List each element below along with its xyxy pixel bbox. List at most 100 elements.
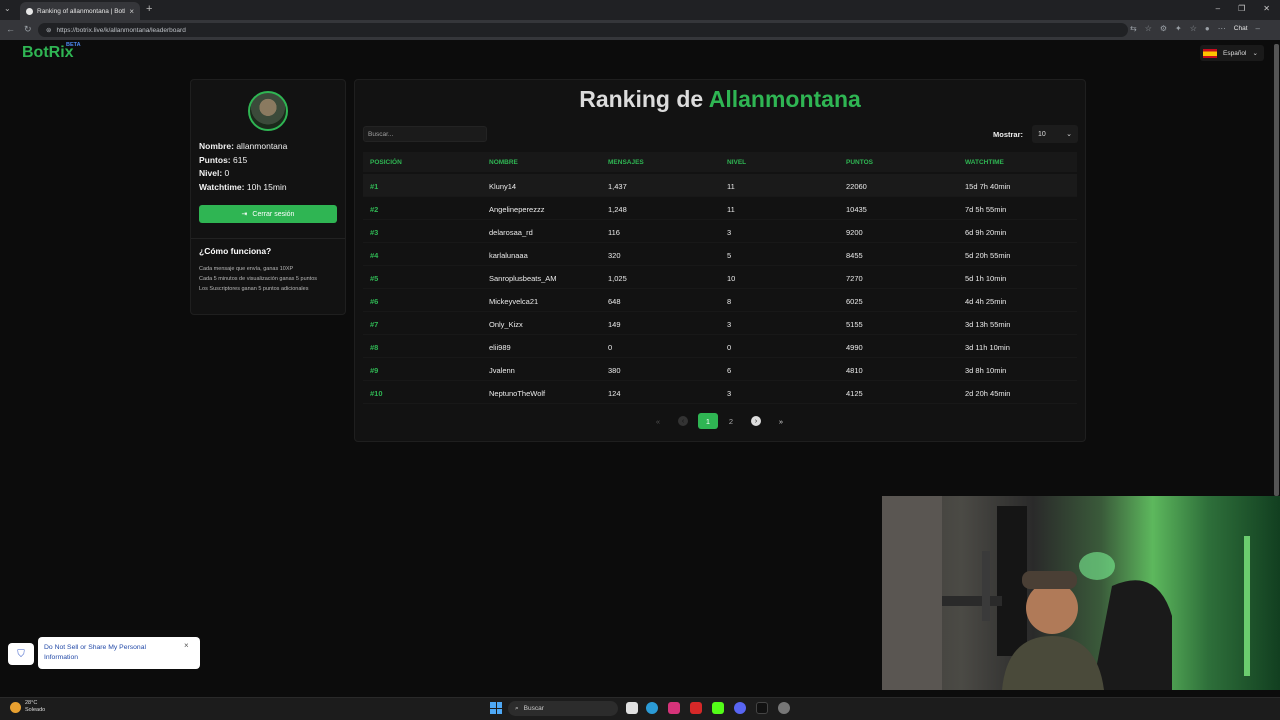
edge-browser-icon[interactable] bbox=[646, 702, 658, 714]
column-header[interactable]: NOMBRE bbox=[489, 159, 518, 166]
column-header[interactable]: PUNTOS bbox=[846, 159, 873, 166]
window-controls: – ❐ ✕ bbox=[1216, 4, 1270, 13]
privacy-shield-icon[interactable]: ⛉ bbox=[8, 643, 34, 665]
last-page-button[interactable]: » bbox=[771, 413, 791, 429]
rank-position: #1 bbox=[370, 182, 379, 191]
youtube-icon[interactable] bbox=[690, 702, 702, 714]
extension-icon[interactable]: ⚙ bbox=[1160, 24, 1167, 33]
message-count: 149 bbox=[608, 320, 621, 329]
reload-icon[interactable]: ↻ bbox=[24, 24, 32, 35]
instagram-icon[interactable] bbox=[668, 702, 680, 714]
profile-avatar-icon[interactable]: ● bbox=[1205, 24, 1210, 33]
channel-name: Allanmontana bbox=[708, 86, 861, 112]
favorites-icon[interactable]: ☆ bbox=[1190, 24, 1197, 33]
points-value: 4125 bbox=[846, 389, 863, 398]
kick-icon[interactable] bbox=[712, 702, 724, 714]
message-count: 380 bbox=[608, 366, 621, 375]
temperature: 28°C bbox=[25, 700, 38, 706]
watchtime-value: 5d 1h 10min bbox=[965, 274, 1007, 283]
watchtime-value: 5d 20h 55min bbox=[965, 251, 1011, 260]
taskbar-search[interactable]: ⌕ Buscar bbox=[508, 701, 618, 716]
level-value: 6 bbox=[727, 366, 732, 375]
message-count: 0 bbox=[608, 343, 613, 352]
column-header[interactable]: NIVEL bbox=[727, 159, 746, 166]
close-window-icon[interactable]: ✕ bbox=[1263, 4, 1270, 13]
show-label: Mostrar: bbox=[993, 130, 1024, 139]
watchtime-value: 4d 4h 25min bbox=[965, 297, 1007, 306]
level-value: 10 bbox=[727, 274, 736, 283]
avatar bbox=[248, 91, 288, 131]
level-value: 3 bbox=[727, 389, 732, 398]
language-selector[interactable]: Español ⌄ bbox=[1200, 45, 1264, 61]
user-name: Sanroplusbeats_AM bbox=[489, 274, 557, 283]
rank-position: #7 bbox=[370, 320, 379, 329]
rank-position: #4 bbox=[370, 251, 379, 260]
menu-icon[interactable]: ⋯ bbox=[1218, 24, 1226, 33]
message-count: 320 bbox=[608, 251, 621, 260]
discord-icon[interactable] bbox=[734, 702, 746, 714]
rank-position: #9 bbox=[370, 366, 379, 375]
windows-start-icon[interactable] bbox=[490, 702, 502, 714]
points-value: 22060 bbox=[846, 182, 867, 191]
message-count: 1,248 bbox=[608, 205, 627, 214]
weather-widget[interactable]: 28°C Soleado bbox=[10, 700, 45, 714]
column-header[interactable]: MENSAJES bbox=[608, 159, 644, 166]
file-explorer-icon[interactable] bbox=[626, 702, 638, 714]
os-taskbar bbox=[0, 697, 1280, 720]
user-name: delarosaa_rd bbox=[489, 228, 533, 237]
page-button-2[interactable]: 2 bbox=[721, 413, 741, 429]
chat-button[interactable]: Chat bbox=[1234, 25, 1248, 32]
page-size-select[interactable]: 10 ⌄ bbox=[1032, 125, 1078, 143]
message-count: 1,025 bbox=[608, 274, 627, 283]
chevron-right-icon: › bbox=[751, 416, 761, 426]
first-page-button[interactable]: « bbox=[648, 413, 668, 429]
level-value: 3 bbox=[727, 320, 732, 329]
watchtime-value: 6d 9h 20min bbox=[965, 228, 1007, 237]
webcam-overlay bbox=[882, 496, 1280, 690]
minus-icon[interactable]: – bbox=[1256, 24, 1260, 33]
translate-icon[interactable]: ⇆ bbox=[1130, 24, 1137, 33]
next-page-button[interactable]: › bbox=[746, 413, 766, 429]
new-tab-icon[interactable]: + bbox=[146, 3, 152, 15]
column-header[interactable]: WATCHTIME bbox=[965, 159, 1004, 166]
site-info-icon[interactable]: ⊜ bbox=[46, 26, 51, 34]
search-input[interactable] bbox=[363, 126, 487, 142]
user-name: karlalunaaa bbox=[489, 251, 528, 260]
rank-position: #8 bbox=[370, 343, 379, 352]
level-value: 0 bbox=[727, 343, 732, 352]
extensions-puzzle-icon[interactable]: ✦ bbox=[1175, 24, 1182, 33]
chevron-down-icon: ⌄ bbox=[1252, 50, 1258, 57]
close-tab-icon[interactable]: × bbox=[129, 7, 134, 16]
bookmark-star-icon[interactable]: ☆ bbox=[1145, 24, 1152, 33]
page-button-1[interactable]: 1 bbox=[698, 413, 718, 429]
message-count: 648 bbox=[608, 297, 621, 306]
tab-search-icon[interactable]: ⌄ bbox=[4, 4, 11, 13]
page-scrollbar[interactable] bbox=[1274, 44, 1279, 496]
profile-points: Puntos: 615 bbox=[199, 155, 248, 165]
navigation-buttons: ← ↻ bbox=[6, 24, 32, 35]
watchtime-value: 2d 20h 45min bbox=[965, 389, 1011, 398]
logout-label: Cerrar sesión bbox=[252, 210, 295, 218]
watchtime-value: 15d 7h 40min bbox=[965, 182, 1011, 191]
browser-tab[interactable]: Ranking of allanmontana | BotRix × bbox=[20, 2, 140, 20]
chevron-left-icon: ‹ bbox=[678, 416, 688, 426]
minimize-icon[interactable]: – bbox=[1216, 4, 1220, 13]
tiktok-icon[interactable] bbox=[756, 702, 768, 714]
column-header[interactable]: POSICIÓN bbox=[370, 159, 402, 166]
chrome-icon[interactable] bbox=[778, 702, 790, 714]
message-count: 124 bbox=[608, 389, 621, 398]
user-name: elii989 bbox=[489, 343, 511, 352]
close-icon[interactable]: × bbox=[184, 641, 189, 650]
address-bar[interactable]: ⊜ https://botrix.live/k/allanmontana/lea… bbox=[38, 23, 1128, 37]
message-count: 1,437 bbox=[608, 182, 627, 191]
back-icon[interactable]: ← bbox=[6, 24, 15, 35]
spain-flag-icon bbox=[1203, 48, 1217, 58]
restore-icon[interactable]: ❐ bbox=[1238, 4, 1245, 13]
logout-button[interactable]: ⇥ Cerrar sesión bbox=[199, 205, 337, 223]
how-it-works-heading: ¿Cómo funciona? bbox=[199, 246, 272, 256]
user-name: Kluny14 bbox=[489, 182, 517, 191]
prev-page-button[interactable]: ‹ bbox=[673, 413, 693, 429]
taskbar-search-label: Buscar bbox=[523, 705, 544, 712]
watchtime-value: 3d 8h 10min bbox=[965, 366, 1007, 375]
privacy-link[interactable]: Do Not Sell or Share My Personal Informa… bbox=[44, 643, 174, 663]
